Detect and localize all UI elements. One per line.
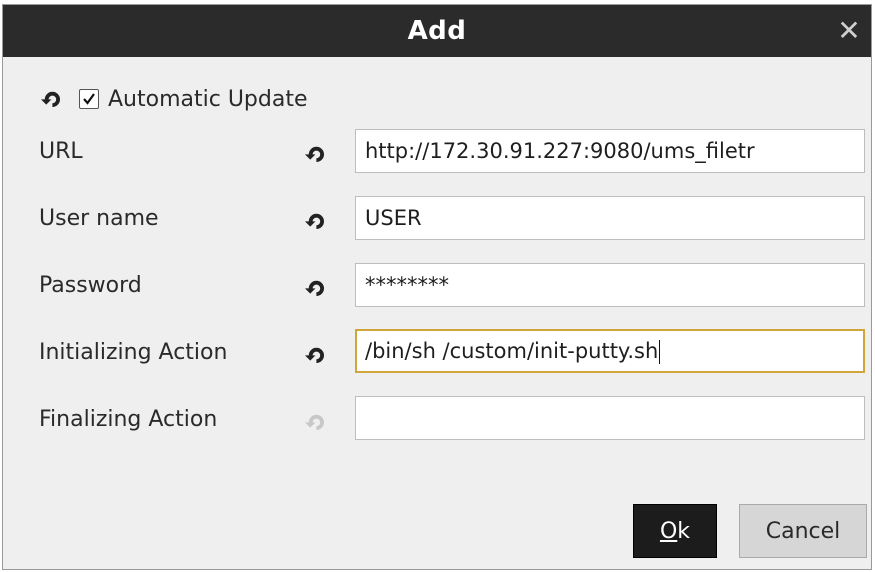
reset-icon[interactable] (303, 143, 327, 169)
automatic-update-checkbox[interactable] (79, 89, 99, 109)
password-input[interactable]: ******** (355, 263, 865, 307)
dialog-title: Add (407, 16, 467, 46)
add-dialog: Add ✕ Automatic Update URL http://172.30… (2, 4, 872, 570)
close-icon[interactable]: ✕ (835, 17, 863, 45)
reset-icon[interactable] (303, 277, 327, 303)
ok-label-rest: k (677, 518, 691, 544)
ok-mnemonic: O (659, 518, 678, 544)
finalizing-action-input[interactable] (355, 396, 865, 440)
user-name-label: User name (39, 206, 159, 231)
cancel-button[interactable]: Cancel (739, 504, 867, 558)
initializing-action-label: Initializing Action (39, 340, 228, 365)
reset-icon[interactable] (39, 88, 63, 110)
ok-button[interactable]: Ok (633, 504, 717, 558)
reset-icon-disabled (303, 411, 327, 437)
automatic-update-row: Automatic Update (39, 83, 308, 115)
user-name-input[interactable]: USER (355, 196, 865, 240)
url-label: URL (39, 139, 83, 164)
initializing-action-input[interactable]: /bin/sh /custom/init-putty.sh (355, 329, 865, 373)
finalizing-action-label: Finalizing Action (39, 407, 218, 432)
initializing-action-value: /bin/sh /custom/init-putty.sh (365, 339, 659, 363)
reset-icon[interactable] (303, 210, 327, 236)
text-caret (659, 340, 661, 364)
dialog-titlebar[interactable]: Add ✕ (3, 5, 871, 57)
automatic-update-label: Automatic Update (108, 86, 308, 112)
url-input[interactable]: http://172.30.91.227:9080/ums_filetr (355, 129, 865, 173)
reset-icon[interactable] (303, 344, 327, 370)
check-icon (83, 93, 95, 105)
password-label: Password (39, 273, 142, 298)
